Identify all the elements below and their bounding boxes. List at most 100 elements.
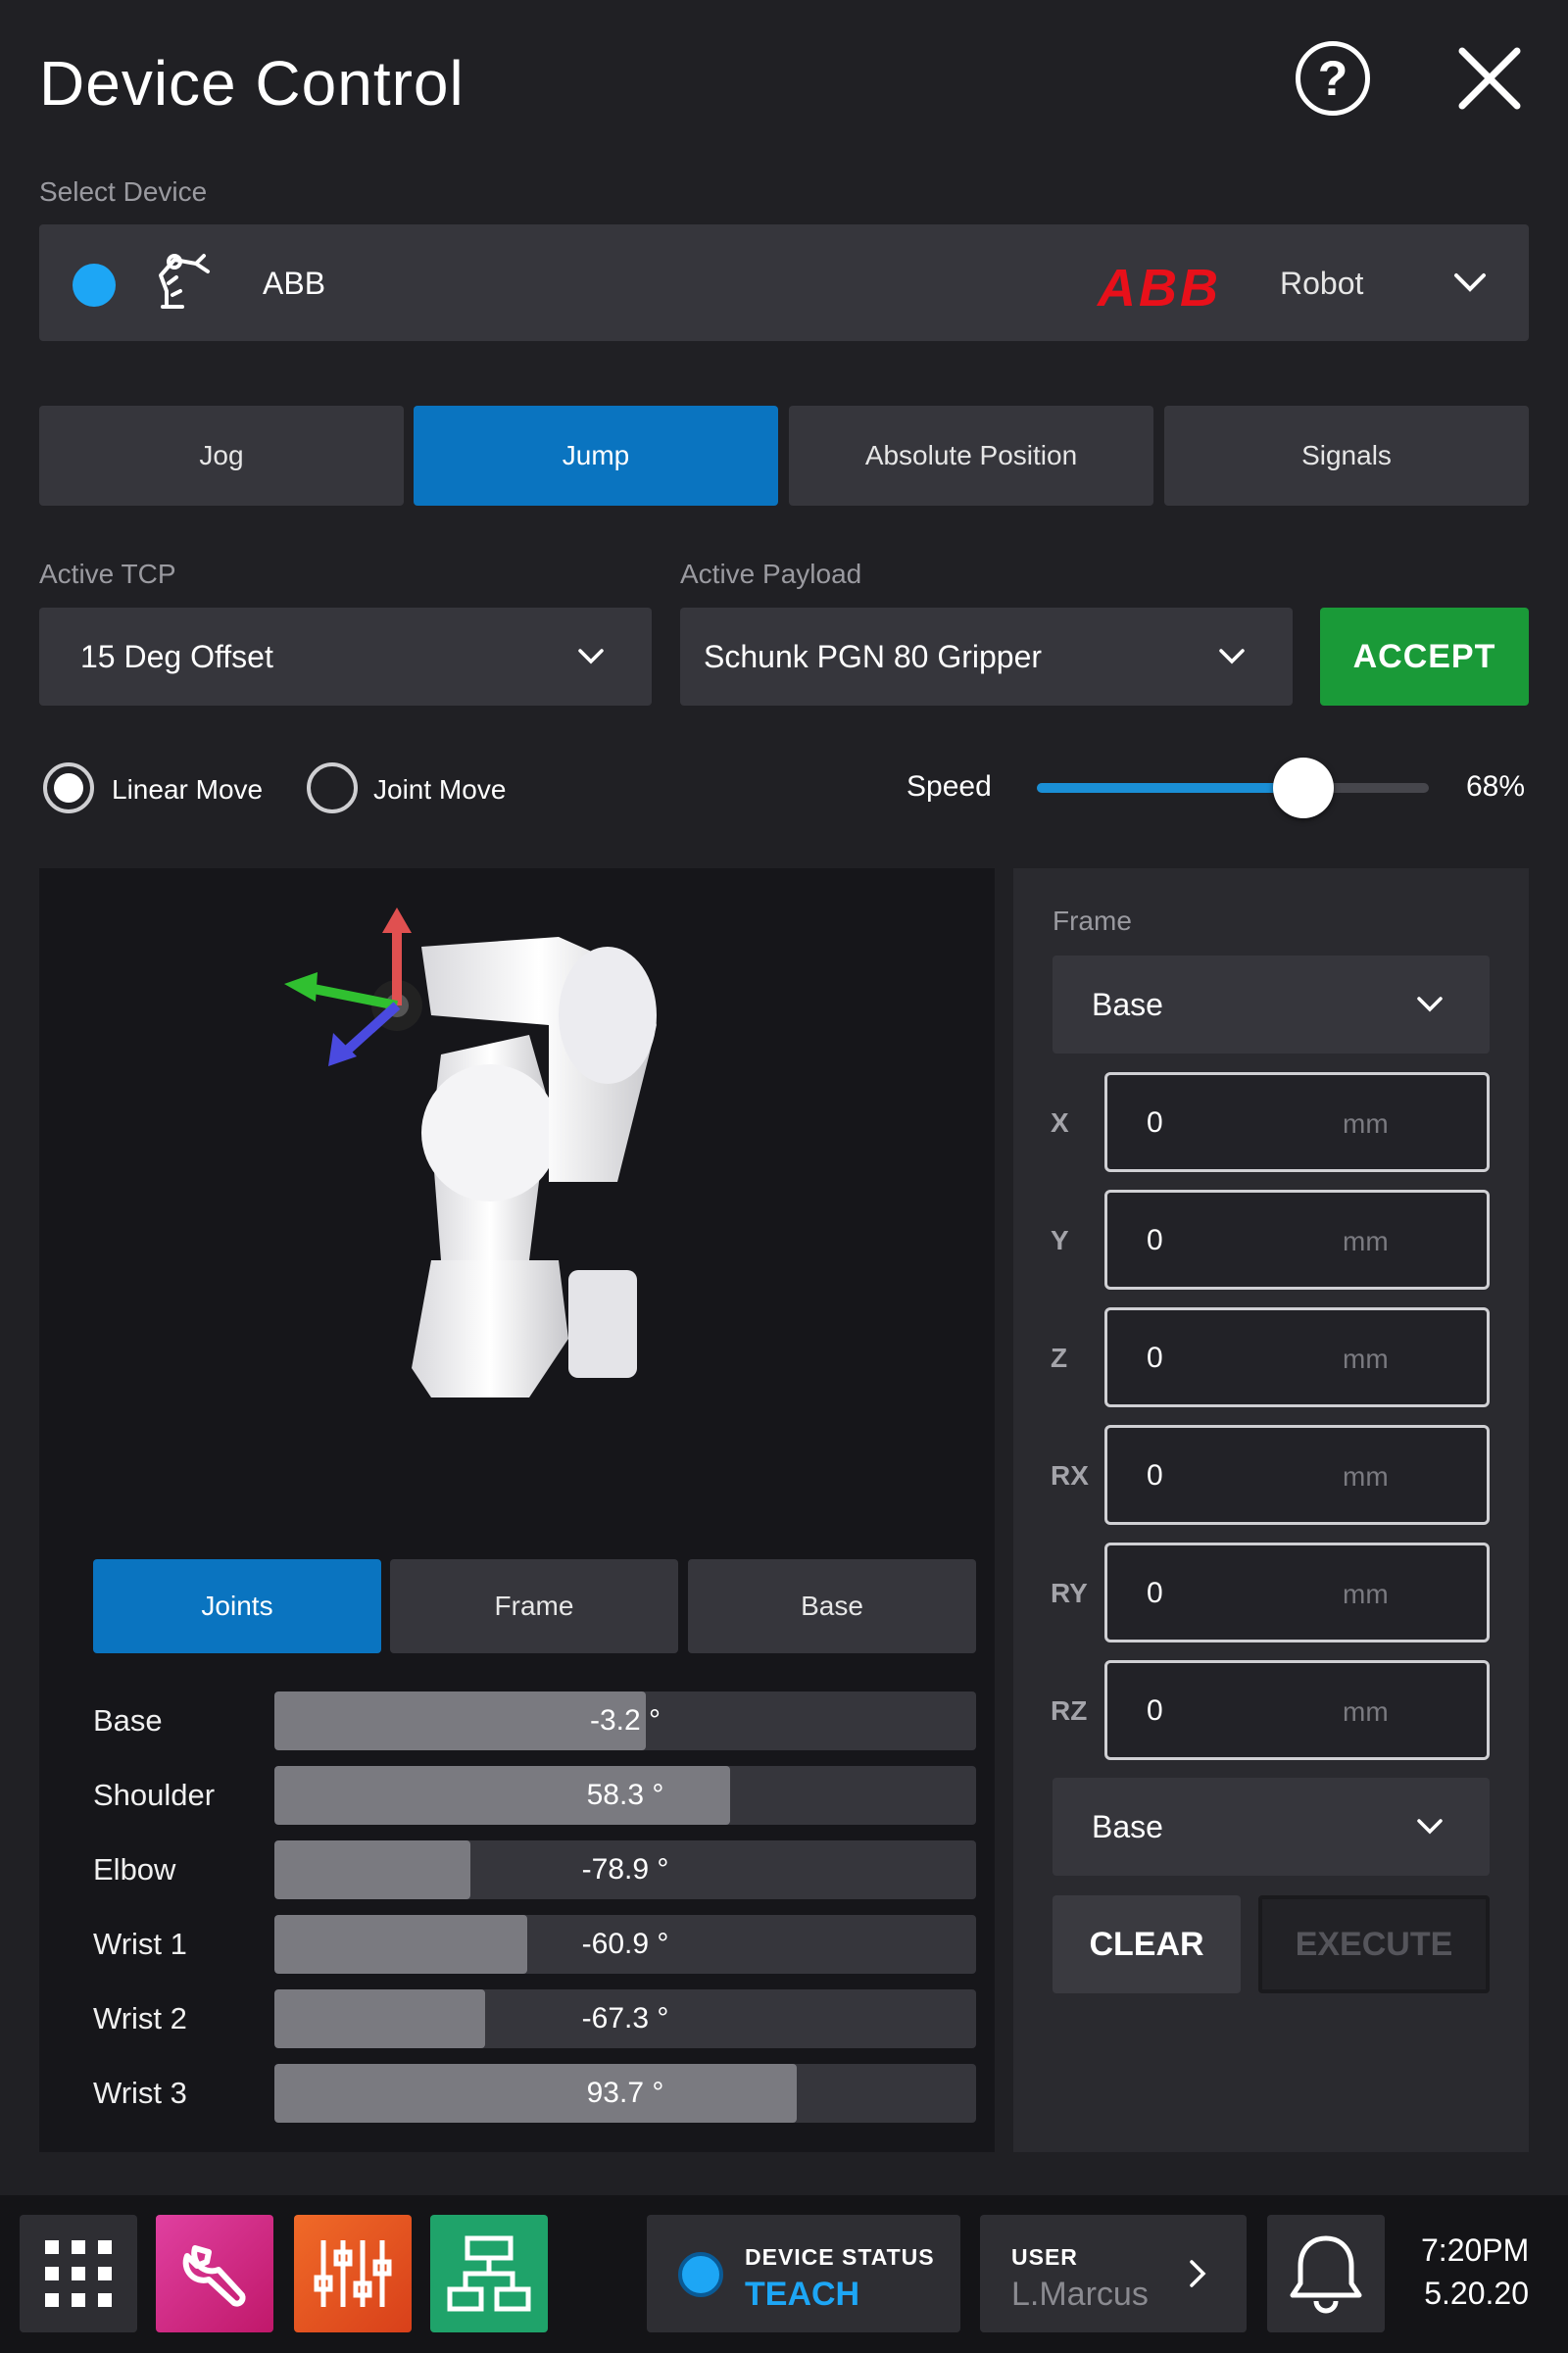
view-tab-joints[interactable]: Joints (93, 1559, 381, 1653)
help-button[interactable]: ? (1296, 41, 1370, 116)
grid-icon (45, 2240, 112, 2307)
joint-slider[interactable]: -3.2 ° (274, 1691, 976, 1750)
speed-slider-fill (1037, 783, 1303, 793)
user-panel[interactable]: USER L.Marcus (980, 2215, 1247, 2332)
coord-input-z[interactable]: 0 mm (1104, 1307, 1490, 1407)
coord-axis-label: RX (1051, 1460, 1089, 1491)
hierarchy-icon (447, 2235, 531, 2312)
mixer-button[interactable] (294, 2215, 412, 2332)
joint-slider[interactable]: -60.9 ° (274, 1915, 976, 1974)
chevron-down-icon (1417, 997, 1443, 1012)
tab-absolute-position[interactable]: Absolute Position (789, 406, 1153, 506)
coord-axis-label: Y (1051, 1225, 1069, 1255)
question-icon: ? (1317, 51, 1348, 106)
joint-slider[interactable]: 93.7 ° (274, 2064, 976, 2123)
page-title: Device Control (39, 48, 465, 119)
speed-value: 68% (1466, 770, 1526, 803)
joint-value: -3.2 ° (589, 1704, 662, 1737)
joint-slider[interactable]: 58.3 ° (274, 1766, 976, 1825)
joint-slider[interactable]: -67.3 ° (274, 1989, 976, 2048)
joint-value: -78.9 ° (581, 1853, 669, 1886)
coord-input-rx[interactable]: 0 mm (1104, 1425, 1490, 1525)
frame-label: Frame (1053, 906, 1132, 936)
robot-3d-model[interactable] (235, 907, 725, 1417)
device-selector[interactable]: ABB ABB Robot (39, 224, 1529, 341)
joint-value: 93.7 ° (586, 2077, 664, 2109)
robot-arm-icon (159, 254, 210, 309)
frame-value: Base (1092, 986, 1163, 1022)
joint-slider[interactable]: -78.9 ° (274, 1840, 976, 1899)
clock-date: 5.20.20 (1424, 2276, 1529, 2311)
device-name: ABB (263, 266, 326, 301)
sliders-icon (314, 2240, 392, 2307)
joint-label: Wrist 3 (93, 2076, 187, 2110)
speed-slider-handle[interactable] (1273, 758, 1334, 818)
notifications-button[interactable] (1267, 2215, 1385, 2332)
coord-value: 0 (1147, 1106, 1163, 1139)
coord-value: 0 (1147, 1459, 1163, 1492)
joint-label: Elbow (93, 1852, 176, 1887)
close-button[interactable] (1450, 39, 1529, 118)
chevron-down-icon (1454, 273, 1486, 292)
abb-logo: ABB (1098, 259, 1221, 318)
speed-label: Speed (906, 770, 992, 803)
payload-dropdown[interactable]: Schunk PGN 80 Gripper (680, 608, 1293, 706)
coord-unit: mm (1343, 1461, 1389, 1492)
clear-button[interactable]: CLEAR (1053, 1895, 1241, 1993)
joint-value: -60.9 ° (581, 1928, 669, 1960)
coord-input-x[interactable]: 0 mm (1104, 1072, 1490, 1172)
coord-input-y[interactable]: 0 mm (1104, 1190, 1490, 1290)
user-label: USER (1011, 2244, 1078, 2270)
device-status-label: DEVICE STATUS (745, 2244, 935, 2270)
coord-unit: mm (1343, 1226, 1389, 1256)
tcp-value: 15 Deg Offset (80, 638, 273, 674)
clock-time: 7:20PM (1421, 2232, 1530, 2268)
joint-move-radio[interactable] (307, 762, 358, 813)
wrench-icon (182, 2245, 246, 2307)
payload-value: Schunk PGN 80 Gripper (704, 638, 1043, 674)
chevron-down-icon (1417, 1819, 1443, 1835)
linear-move-radio[interactable] (43, 762, 94, 813)
coord-value: 0 (1147, 1694, 1163, 1727)
joint-value: -67.3 ° (581, 2002, 669, 2034)
coord-value: 0 (1147, 1224, 1163, 1256)
coord-axis-label: X (1051, 1107, 1069, 1138)
chevron-right-icon (1190, 2260, 1206, 2287)
user-name: L.Marcus (1011, 2276, 1149, 2313)
joint-label: Shoulder (93, 1778, 216, 1812)
tab-jump[interactable]: Jump (414, 406, 778, 506)
network-button[interactable] (430, 2215, 548, 2332)
accept-button[interactable]: ACCEPT (1320, 608, 1529, 706)
coord-input-rz[interactable]: 0 mm (1104, 1660, 1490, 1760)
execute-button[interactable]: EXECUTE (1258, 1895, 1490, 1993)
joint-label: Base (93, 1703, 163, 1738)
view-tab-base[interactable]: Base (688, 1559, 976, 1653)
joint-label: Wrist 2 (93, 2001, 187, 2035)
tools-button[interactable] (156, 2215, 273, 2332)
close-icon (1458, 47, 1521, 110)
joint-label: Wrist 1 (93, 1927, 187, 1961)
view-tab-frame[interactable]: Frame (390, 1559, 678, 1653)
coord-unit: mm (1343, 1696, 1389, 1727)
chevron-down-icon (1219, 649, 1245, 664)
tcp-dropdown[interactable]: 15 Deg Offset (39, 608, 652, 706)
device-type: Robot (1280, 266, 1364, 301)
speed-slider[interactable] (1037, 758, 1429, 818)
coord-unit: mm (1343, 1108, 1389, 1139)
robot-view-panel: Joints Frame Base Base -3.2 ° Shoulder 58.3… (39, 868, 995, 2152)
device-status-value: TEACH (745, 2276, 860, 2313)
coord-input-ry[interactable]: 0 mm (1104, 1543, 1490, 1642)
coord-unit: mm (1343, 1579, 1389, 1609)
tab-jog[interactable]: Jog (39, 406, 404, 506)
tab-signals[interactable]: Signals (1164, 406, 1529, 506)
device-status-panel[interactable]: DEVICE STATUS TEACH (647, 2215, 960, 2332)
reference-frame-dropdown[interactable]: Base (1053, 1778, 1490, 1876)
device-status-indicator (678, 2252, 723, 2297)
frame-panel: Frame Base X 0 mm Y 0 mm Z 0 mm RX 0 mm RY 0 mm RZ 0 mm B… (1013, 868, 1529, 2152)
device-status-dot (73, 264, 116, 307)
chevron-down-icon (578, 649, 604, 664)
coord-unit: mm (1343, 1344, 1389, 1374)
frame-dropdown[interactable]: Base (1053, 956, 1490, 1054)
reference-frame-value: Base (1092, 1808, 1163, 1844)
apps-button[interactable] (20, 2215, 137, 2332)
